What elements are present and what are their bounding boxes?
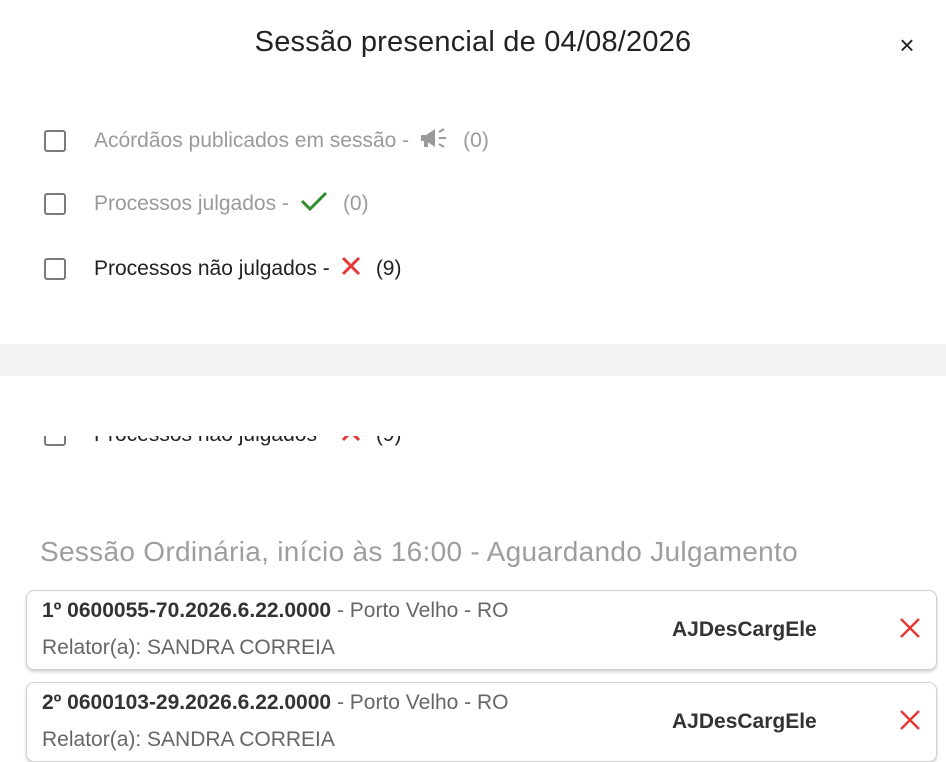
checkbox[interactable]	[44, 130, 66, 152]
process-header: 1º 0600055-70.2026.6.22.0000 - Porto Vel…	[42, 599, 509, 623]
process-card[interactable]: 1º 0600055-70.2026.6.22.0000 - Porto Vel…	[26, 590, 937, 670]
filter-label: Processos julgados -	[94, 192, 289, 215]
process-location: - Porto Velho - RO	[331, 599, 509, 622]
filter-label: Acórdãos publicados em sessão -	[94, 129, 410, 152]
remove-x-icon[interactable]	[895, 613, 925, 643]
process-relator: Relator(a): SANDRA CORREIA	[42, 728, 335, 751]
filter-processos-nao-julgados-clipped: Processos não julgados - (9)	[0, 252, 946, 280]
process-relator: Relator(a): SANDRA CORREIA	[42, 636, 335, 659]
process-tag: AJDesCargEle	[672, 618, 817, 641]
x-icon	[340, 436, 362, 449]
filter-acordaos-publicados[interactable]: Acórdãos publicados em sessão - (0)	[44, 126, 489, 156]
filter-label: Processos não julgados -	[94, 257, 330, 280]
checkbox[interactable]	[44, 193, 66, 215]
close-button[interactable]: ×	[892, 30, 922, 60]
filter-count: (0)	[463, 129, 489, 152]
process-number[interactable]: 2º 0600103-29.2026.6.22.0000	[42, 691, 331, 714]
check-icon	[299, 190, 329, 218]
filter-count: (0)	[342, 192, 369, 215]
x-icon	[340, 255, 362, 280]
process-number[interactable]: 1º 0600055-70.2026.6.22.0000	[42, 599, 331, 622]
megaphone-icon	[419, 127, 449, 155]
process-header: 2º 0600103-29.2026.6.22.0000 - Porto Vel…	[42, 691, 509, 715]
scrolled-filter-remnant: Processos não julgados - (9)	[0, 436, 946, 456]
filter-processos-julgados[interactable]: Processos julgados - (0)	[44, 189, 369, 219]
process-location: - Porto Velho - RO	[331, 691, 509, 714]
session-title: Sessão Ordinária, início às 16:00 - Agua…	[40, 536, 799, 567]
filter-count: (9)	[375, 257, 402, 280]
dialog-title: Sessão presencial de 04/08/2026	[254, 26, 692, 58]
divider-band	[0, 344, 946, 376]
checkbox[interactable]	[44, 258, 66, 280]
remove-x-icon[interactable]	[895, 705, 925, 735]
filter-count: (9)	[376, 436, 402, 447]
filter-label: Processos não julgados -	[94, 436, 330, 447]
process-tag: AJDesCargEle	[672, 710, 817, 733]
process-card[interactable]: 2º 0600103-29.2026.6.22.0000 - Porto Vel…	[26, 682, 937, 762]
checkbox[interactable]	[44, 436, 66, 446]
filter-processos-nao-julgados[interactable]: Processos não julgados - (9)	[44, 254, 401, 280]
filter-processos-nao-julgados-remnant[interactable]: Processos não julgados - (9)	[44, 436, 401, 450]
